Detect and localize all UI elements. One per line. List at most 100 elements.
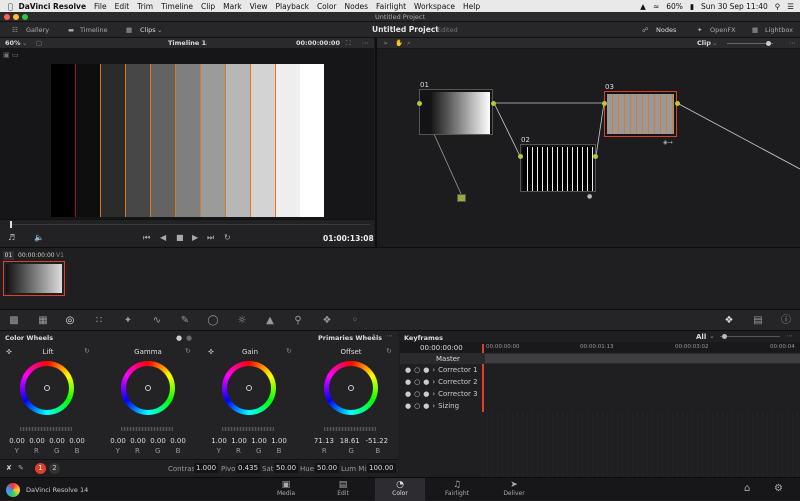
corrector-1-keyframe-dot[interactable]: ●	[405, 364, 411, 376]
volume-icon[interactable]: 🔈	[34, 233, 44, 242]
search-icon[interactable]: ⚲	[775, 2, 781, 11]
contrast-value[interactable]: 1.000	[194, 463, 219, 473]
sizing-row[interactable]: ● ○ ● › Sizing	[400, 400, 482, 412]
page-dot-2[interactable]: ●	[186, 334, 192, 342]
corrector-3-row[interactable]: ● ○ ● › Corrector 3	[400, 388, 482, 400]
auto-balance-icon[interactable]: ✘	[6, 464, 12, 472]
corrector-2-lock-icon[interactable]: ○	[414, 376, 420, 388]
page-2-button[interactable]: 2	[49, 463, 60, 474]
viewer-panel[interactable]: ▣ ▭	[0, 49, 374, 219]
go-to-start-icon[interactable]: ⏮	[143, 233, 150, 243]
gamma-reset-icon[interactable]: ↻	[185, 347, 191, 355]
color-match-icon[interactable]: ▦	[36, 314, 50, 328]
keyframes-filter-dropdown[interactable]: All	[696, 333, 706, 341]
tab-media[interactable]: ▣ Media	[261, 478, 311, 501]
lift-picker-icon[interactable]: ✜	[6, 348, 12, 356]
play-icon[interactable]: ▶	[192, 233, 198, 242]
tab-color[interactable]: ◔ Color	[375, 478, 425, 501]
wheels-more-icon[interactable]: ⋯	[386, 332, 393, 340]
corrector-2-flag-icon[interactable]: ●	[423, 376, 429, 388]
menu-trim[interactable]: Trim	[137, 2, 153, 11]
hand-icon[interactable]: ✋	[395, 38, 403, 48]
tab-deliver[interactable]: ➤ Deliver	[489, 478, 539, 501]
gain-master-dial[interactable]	[222, 427, 274, 431]
clip-mode-dropdown[interactable]: Clip	[697, 38, 711, 48]
gamma-wheel-handle[interactable]	[145, 385, 151, 391]
node-zoom-handle[interactable]	[766, 41, 771, 46]
keyframe-zoom-slider[interactable]	[720, 336, 780, 337]
offset-master-dial[interactable]	[324, 427, 376, 431]
corrector-1-flag-icon[interactable]: ●	[423, 364, 429, 376]
chevron-down-icon[interactable]: ⌄	[157, 22, 162, 38]
menu-color[interactable]: Color	[317, 2, 337, 11]
node-01-input-dot[interactable]	[417, 101, 422, 106]
gamma-y-value[interactable]: 0.00	[110, 437, 126, 445]
openfx-button[interactable]: OpenFX	[710, 22, 736, 38]
keyframe-zoom-handle[interactable]	[722, 334, 727, 339]
sizing-expand-icon[interactable]: ›	[432, 400, 435, 412]
page-dot-1[interactable]: ●	[176, 334, 182, 342]
sizing-flag-icon[interactable]: ●	[423, 400, 429, 412]
menu-app[interactable]: DaVinci Resolve	[19, 2, 87, 11]
corrector-1-expand-icon[interactable]: ›	[432, 364, 435, 376]
gamma-b-value[interactable]: 0.00	[170, 437, 186, 445]
offset-r-value[interactable]: 71.13	[314, 437, 334, 445]
clip-thumbnail[interactable]	[3, 261, 65, 296]
offset-reset-icon[interactable]: ↻	[386, 347, 392, 355]
menu-clock[interactable]: Sun 30 Sep 11:40	[701, 2, 768, 11]
fullscreen-icon[interactable]: ⛶	[346, 38, 351, 48]
curves-icon[interactable]: ∿	[150, 314, 164, 328]
gain-y-value[interactable]: 1.00	[211, 437, 227, 445]
menu-mark[interactable]: Mark	[223, 2, 242, 11]
lift-r-value[interactable]: 0.00	[29, 437, 45, 445]
zoom-chevron-icon[interactable]: ⌄	[22, 38, 27, 48]
gain-b-value[interactable]: 1.00	[271, 437, 287, 445]
viewer-icon-a[interactable]: ▣	[3, 51, 10, 59]
home-icon[interactable]: ⌂	[744, 483, 750, 494]
audio-icon[interactable]: ♬	[8, 233, 15, 242]
timeline-chevron-icon[interactable]: ⌄	[203, 38, 208, 48]
node-01-output-dot[interactable]	[491, 101, 496, 106]
tab-fairlight[interactable]: ♫ Fairlight	[432, 478, 482, 501]
menu-file[interactable]: File	[94, 2, 107, 11]
close-icon[interactable]	[4, 14, 10, 20]
menu-workspace[interactable]: Workspace	[414, 2, 455, 11]
menu-nodes[interactable]: Nodes	[345, 2, 368, 11]
dropbox-icon[interactable]: ▲	[640, 2, 646, 11]
pivot-value[interactable]: 0.435	[236, 463, 261, 473]
node-02-output-dot[interactable]	[593, 154, 598, 159]
info-icon[interactable]: ⓘ	[779, 314, 793, 328]
menu-fairlight[interactable]: Fairlight	[376, 2, 406, 11]
3d-icon[interactable]: ◦	[348, 314, 362, 328]
corrector-2-keyframe-dot[interactable]: ●	[405, 376, 411, 388]
filter-chevron-icon[interactable]: ⌄	[709, 332, 715, 340]
keyframe-ruler[interactable]: 00:00:00:00 00:00:00:00 00:00:01:13 00:0…	[400, 342, 800, 353]
gamma-master-dial[interactable]	[121, 427, 173, 431]
lift-y-value[interactable]: 0.00	[9, 437, 25, 445]
offset-wheel-handle[interactable]	[348, 385, 354, 391]
node-03-input-dot[interactable]	[602, 101, 607, 106]
node-03[interactable]: 03	[604, 83, 677, 137]
keyframes-icon[interactable]: ❖	[722, 314, 736, 328]
zoom-dropdown[interactable]: 60%	[5, 38, 21, 48]
picker-icon[interactable]: ✎	[18, 464, 24, 472]
window-icon[interactable]: ◯	[206, 314, 220, 328]
scopes-icon[interactable]: ▤	[751, 314, 765, 328]
key-icon[interactable]: ⚲	[291, 314, 305, 328]
battery-label[interactable]: 60%	[666, 2, 683, 11]
go-to-end-icon[interactable]: ⏭	[207, 233, 214, 243]
zoom-icon[interactable]	[22, 14, 28, 20]
corrector-2-row[interactable]: ● ○ ● › Corrector 2	[400, 376, 482, 388]
corrector-3-flag-icon[interactable]: ●	[423, 388, 429, 400]
keyframes-more-icon[interactable]: ⋯	[786, 332, 793, 340]
gallery-button[interactable]: Gallery	[26, 22, 49, 38]
page-1-button[interactable]: 1	[35, 463, 46, 474]
tracker-icon[interactable]: ☼	[235, 314, 249, 328]
lift-wheel-handle[interactable]	[44, 385, 50, 391]
gain-r-value[interactable]: 1.00	[231, 437, 247, 445]
menu-view[interactable]: View	[250, 2, 268, 11]
corrector-3-lock-icon[interactable]: ○	[414, 388, 420, 400]
playhead-handle[interactable]	[10, 221, 12, 228]
clips-button[interactable]: Clips	[140, 22, 156, 38]
tab-edit[interactable]: ▤ Edit	[318, 478, 368, 501]
